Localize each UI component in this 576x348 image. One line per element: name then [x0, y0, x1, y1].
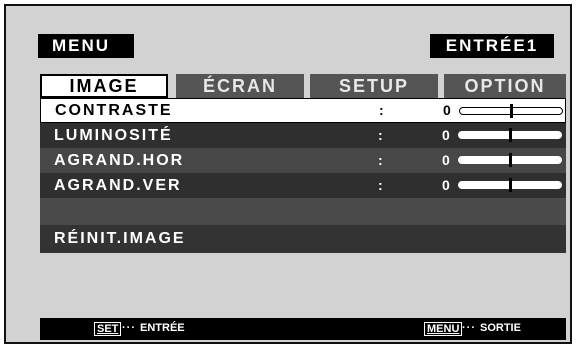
menu-key-hint: MENU: [424, 322, 463, 336]
set-hint-text: ENTRÉE: [140, 322, 185, 334]
tab-ecran[interactable]: ÉCRAN: [176, 74, 304, 98]
setting-colon: :: [378, 127, 385, 143]
tab-option[interactable]: OPTION: [444, 74, 566, 98]
setting-row-contraste[interactable]: CONTRASTE : 0: [40, 98, 566, 123]
slider-thumb[interactable]: [509, 178, 512, 192]
menu-dots: ···: [462, 322, 476, 334]
menu-hint-text: SORTIE: [480, 322, 521, 334]
setting-value: 0: [442, 177, 452, 193]
empty-row: [40, 198, 566, 225]
setting-value: 0: [442, 152, 452, 168]
setting-row-agrand-ver[interactable]: AGRAND.VER : 0: [40, 173, 566, 198]
slider-thumb[interactable]: [509, 153, 512, 167]
slider-thumb[interactable]: [509, 128, 512, 142]
setting-value: 0: [443, 102, 453, 118]
setting-value: 0: [442, 127, 452, 143]
tab-image[interactable]: IMAGE: [40, 74, 168, 98]
set-dots: ···: [122, 322, 136, 334]
menu-title: MENU: [38, 34, 134, 58]
setting-label: LUMINOSITÉ: [54, 127, 173, 144]
set-key-hint: SET: [94, 322, 122, 336]
setting-label: AGRAND.VER: [54, 177, 182, 194]
setting-label: AGRAND.HOR: [54, 152, 185, 169]
agrand-ver-slider[interactable]: [458, 178, 562, 192]
setting-row-agrand-hor[interactable]: AGRAND.HOR : 0: [40, 148, 566, 173]
tab-bar: IMAGE ÉCRAN SETUP OPTION: [40, 74, 566, 98]
setting-colon: :: [378, 177, 385, 193]
footer-help-bar: SET ··· ENTRÉE MENU ··· SORTIE: [40, 318, 566, 340]
agrand-hor-slider[interactable]: [458, 153, 562, 167]
setting-colon: :: [378, 152, 385, 168]
reset-image-row[interactable]: RÉINIT.IMAGE: [40, 225, 566, 253]
reset-image-label: RÉINIT.IMAGE: [54, 230, 186, 247]
setting-row-luminosite[interactable]: LUMINOSITÉ : 0: [40, 123, 566, 148]
luminosite-slider[interactable]: [458, 128, 562, 142]
osd-menu-frame: MENU ENTRÉE1 IMAGE ÉCRAN SETUP OPTION CO…: [4, 4, 572, 344]
slider-thumb[interactable]: [510, 104, 513, 118]
tab-setup[interactable]: SETUP: [310, 74, 438, 98]
contraste-slider[interactable]: [459, 104, 563, 118]
input-indicator: ENTRÉE1: [430, 34, 554, 58]
setting-label: CONTRASTE: [55, 102, 173, 119]
settings-list: CONTRASTE : 0 LUMINOSITÉ : 0 AGRAND.HOR …: [40, 98, 566, 253]
setting-colon: :: [379, 102, 386, 118]
